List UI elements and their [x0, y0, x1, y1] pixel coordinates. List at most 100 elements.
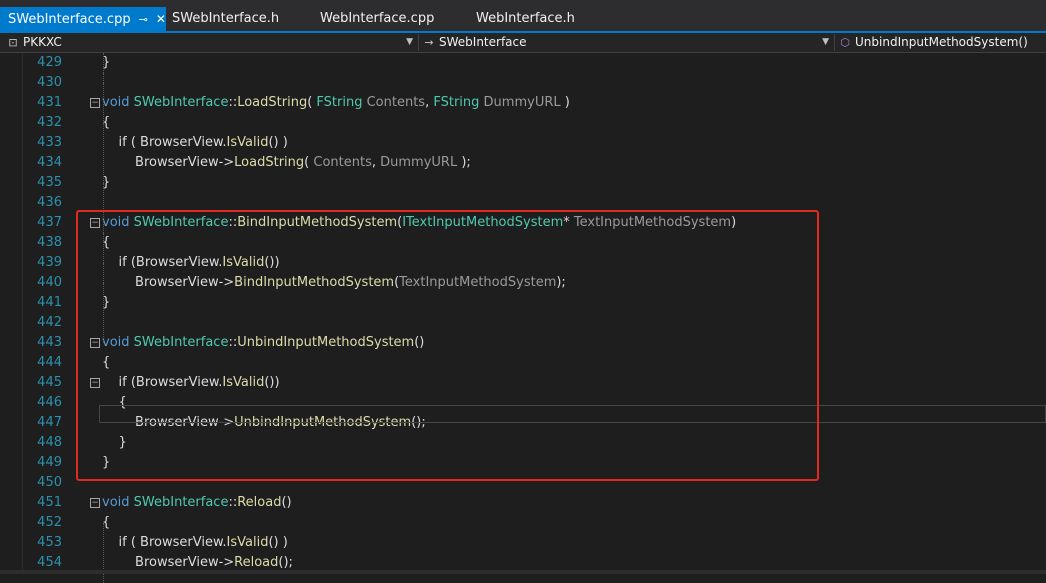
code-token: void: [102, 95, 134, 110]
line-number: 450: [37, 475, 62, 490]
code-line[interactable]: 430: [0, 73, 1046, 93]
project-dropdown[interactable]: ⊡ PKKXC ▼: [6, 33, 416, 52]
code-line[interactable]: 433 if ( BrowserView.IsValid() ): [0, 133, 1046, 153]
code-line[interactable]: 435}: [0, 173, 1046, 193]
code-text: if ( BrowserView.IsValid() ): [102, 133, 288, 153]
code-token: );: [457, 155, 471, 170]
line-number: 441: [37, 295, 62, 310]
code-token: BrowserView->: [102, 555, 235, 570]
project-icon: ⊡: [8, 36, 18, 49]
line-number: 443: [37, 335, 62, 350]
line-number: 453: [37, 535, 62, 550]
line-number: 438: [37, 235, 62, 250]
code-token: BrowserView->: [102, 155, 235, 170]
horizontal-scrollbar[interactable]: [0, 570, 1046, 574]
code-token: SWebInterface: [133, 495, 229, 510]
tab-label: WebInterface.cpp: [320, 11, 435, 26]
code-token: LoadString: [237, 95, 308, 110]
line-number: 429: [37, 55, 62, 70]
line-number: 444: [37, 355, 62, 370]
code-token: FString: [316, 95, 363, 110]
code-token: DummyURL: [380, 155, 458, 170]
close-icon[interactable]: ✕: [156, 7, 166, 31]
collapse-icon[interactable]: −: [90, 98, 100, 108]
code-token: if ( BrowserView.: [102, 535, 227, 550]
code-token: Contents: [366, 95, 426, 110]
tab-label: WebInterface.h: [476, 11, 575, 26]
chevron-down-icon: ▼: [406, 37, 413, 47]
tab-webinterface-cpp[interactable]: WebInterface.cpp: [320, 7, 434, 31]
line-number: 448: [37, 435, 62, 450]
code-token: Reload: [234, 555, 279, 570]
code-line[interactable]: 452{: [0, 513, 1046, 533]
document-tab-strip: SWebInterface.cpp ⊸ ✕ SWebInterface.h WebI…: [0, 0, 1046, 31]
tab-swebinterface-h[interactable]: SWebInterface.h: [172, 7, 279, 31]
line-number: 430: [37, 75, 62, 90]
line-number: 434: [37, 155, 62, 170]
line-number: 452: [37, 515, 62, 530]
code-token: ();: [278, 555, 293, 570]
code-line[interactable]: 429}: [0, 53, 1046, 73]
divider: [834, 34, 835, 51]
code-token: LoadString: [234, 155, 305, 170]
code-line[interactable]: 453 if ( BrowserView.IsValid() ): [0, 533, 1046, 553]
code-line[interactable]: 432{: [0, 113, 1046, 133]
tab-label: SWebInterface.cpp: [8, 12, 131, 27]
code-token: if ( BrowserView.: [102, 135, 227, 150]
line-number: 436: [37, 195, 62, 210]
line-number: 447: [37, 415, 62, 430]
line-number: 451: [37, 495, 62, 510]
code-token: DummyURL: [483, 95, 561, 110]
scope-dropdown[interactable]: → SWebInterface ▼: [422, 33, 832, 52]
code-token: ::: [228, 95, 238, 110]
indent-guide: [103, 83, 104, 123]
code-text: void SWebInterface::Reload(): [102, 493, 292, 513]
collapse-icon[interactable]: −: [90, 498, 100, 508]
member-label: UnbindInputMethodSystem(): [855, 35, 1028, 49]
code-token: Reload: [237, 495, 282, 510]
member-dropdown[interactable]: ⬡ UnbindInputMethodSystem(): [838, 33, 1046, 52]
line-number: 439: [37, 255, 62, 270]
line-number: 442: [37, 315, 62, 330]
code-text: void SWebInterface::LoadString( FString …: [102, 93, 570, 113]
code-line[interactable]: 451 − void SWebInterface::Reload(): [0, 493, 1046, 513]
pin-icon[interactable]: ⊸: [139, 8, 148, 32]
code-token: ::: [228, 495, 238, 510]
code-token: (): [281, 495, 292, 510]
line-number: 440: [37, 275, 62, 290]
red-annotation-box: [76, 210, 819, 481]
code-token: FString: [433, 95, 480, 110]
code-line[interactable]: 434 BrowserView->LoadString( Contents, D…: [0, 153, 1046, 173]
code-token: ): [560, 95, 570, 110]
code-token: Contents: [313, 155, 372, 170]
code-text: if ( BrowserView.IsValid() ): [102, 533, 288, 553]
tab-webinterface-h[interactable]: WebInterface.h: [476, 7, 575, 31]
line-number: 437: [37, 215, 62, 230]
arrow-right-icon: →: [424, 36, 434, 49]
line-number: 433: [37, 135, 62, 150]
code-token: IsValid: [226, 135, 269, 150]
code-text: BrowserView->LoadString( Contents, Dummy…: [102, 153, 471, 173]
project-label: PKKXC: [23, 35, 62, 49]
tab-swebinterface-cpp[interactable]: SWebInterface.cpp ⊸ ✕: [0, 7, 166, 31]
line-number: 445: [37, 375, 62, 390]
method-cube-icon: ⬡: [840, 36, 850, 49]
code-token: SWebInterface: [133, 95, 229, 110]
tab-label: SWebInterface.h: [172, 11, 280, 26]
indent-guide: [103, 523, 104, 583]
code-token: () ): [268, 535, 288, 550]
navigation-bar: ⊡ PKKXC ▼ → SWebInterface ▼ ⬡ UnbindInputMe…: [0, 33, 1046, 53]
code-token: (: [304, 155, 314, 170]
line-number: 446: [37, 395, 62, 410]
code-token: () ): [268, 135, 288, 150]
line-number: 432: [37, 115, 62, 130]
code-token: void: [102, 495, 134, 510]
code-token: IsValid: [226, 535, 269, 550]
scope-label: SWebInterface: [439, 35, 527, 49]
chevron-down-icon: ▼: [822, 37, 829, 47]
line-number: 435: [37, 175, 62, 190]
line-number: 449: [37, 455, 62, 470]
code-line[interactable]: 431 − void SWebInterface::LoadString( FStr…: [0, 93, 1046, 113]
code-token: ,: [371, 155, 381, 170]
divider: [418, 34, 419, 51]
